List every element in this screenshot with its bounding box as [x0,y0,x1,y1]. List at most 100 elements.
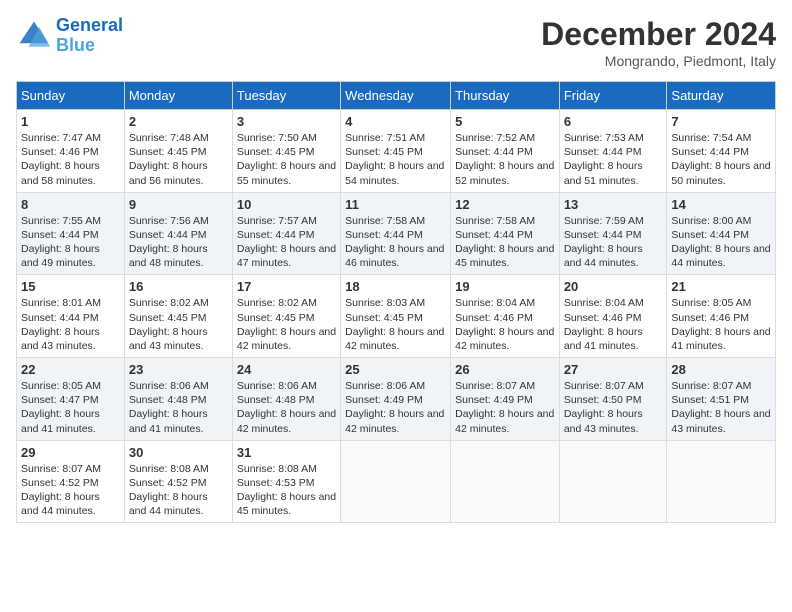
day-number: 1 [21,114,120,129]
day-info: Sunrise: 8:07 AMSunset: 4:51 PMDaylight:… [671,379,771,436]
day-cell-11: 11 Sunrise: 7:58 AMSunset: 4:44 PMDayligh… [341,192,451,275]
day-number: 4 [345,114,446,129]
day-cell-30: 30 Sunrise: 8:08 AMSunset: 4:52 PMDayligh… [124,440,232,523]
day-info: Sunrise: 8:04 AMSunset: 4:46 PMDaylight:… [455,296,555,353]
day-number: 2 [129,114,228,129]
day-number: 15 [21,279,120,294]
day-info: Sunrise: 7:59 AMSunset: 4:44 PMDaylight:… [564,214,663,271]
day-cell-6: 6 Sunrise: 7:53 AMSunset: 4:44 PMDaylight… [559,110,667,193]
day-info: Sunrise: 8:05 AMSunset: 4:47 PMDaylight:… [21,379,120,436]
day-number: 21 [671,279,771,294]
day-info: Sunrise: 7:51 AMSunset: 4:45 PMDaylight:… [345,131,446,188]
day-cell-26: 26Sunrise: 8:07 AMSunset: 4:49 PMDayligh… [451,358,560,441]
day-cell-25: 25 Sunrise: 8:06 AMSunset: 4:49 PMDayligh… [341,358,451,441]
day-info: Sunrise: 7:57 AMSunset: 4:44 PMDaylight:… [237,214,336,271]
logo: General Blue [16,16,123,56]
day-number: 5 [455,114,555,129]
location: Mongrando, Piedmont, Italy [541,53,776,69]
col-thursday: Thursday [451,82,560,110]
day-info: Sunrise: 8:00 AMSunset: 4:44 PMDaylight:… [671,214,771,271]
day-info: Sunrise: 8:07 AMSunset: 4:52 PMDaylight:… [21,462,120,519]
day-info: Sunrise: 7:54 AMSunset: 4:44 PMDaylight:… [671,131,771,188]
day-info: Sunrise: 8:06 AMSunset: 4:49 PMDaylight:… [345,379,446,436]
day-number: 23 [129,362,228,377]
day-number: 22 [21,362,120,377]
day-cell-9: 9Sunrise: 7:56 AMSunset: 4:44 PMDaylight… [124,192,232,275]
day-cell-14: 14 Sunrise: 8:00 AMSunset: 4:44 PMDayligh… [667,192,776,275]
day-number: 27 [564,362,663,377]
day-info: Sunrise: 7:55 AMSunset: 4:44 PMDaylight:… [21,214,120,271]
day-info: Sunrise: 7:47 AMSunset: 4:46 PMDaylight:… [21,131,120,188]
day-cell-2: 2Sunrise: 7:48 AMSunset: 4:45 PMDaylight… [124,110,232,193]
day-cell-20: 20Sunrise: 8:04 AMSunset: 4:46 PMDayligh… [559,275,667,358]
day-info: Sunrise: 7:52 AMSunset: 4:44 PMDaylight:… [455,131,555,188]
day-number: 12 [455,197,555,212]
calendar-table: Sunday Monday Tuesday Wednesday Thursday… [16,81,776,523]
day-number: 3 [237,114,336,129]
day-cell-8: 8 Sunrise: 7:55 AMSunset: 4:44 PMDaylight… [17,192,125,275]
day-cell-19: 19 Sunrise: 8:04 AMSunset: 4:46 PMDayligh… [451,275,560,358]
day-info: Sunrise: 8:06 AMSunset: 4:48 PMDaylight:… [237,379,336,436]
month-title: December 2024 [541,16,776,53]
empty-cell [341,440,451,523]
day-cell-15: 15 Sunrise: 8:01 AMSunset: 4:44 PMDayligh… [17,275,125,358]
day-number: 29 [21,445,120,460]
day-number: 30 [129,445,228,460]
day-info: Sunrise: 7:58 AMSunset: 4:44 PMDaylight:… [455,214,555,271]
col-monday: Monday [124,82,232,110]
calendar-week-4: 22 Sunrise: 8:05 AMSunset: 4:47 PMDayligh… [17,358,776,441]
day-cell-21: 21Sunrise: 8:05 AMSunset: 4:46 PMDayligh… [667,275,776,358]
calendar-week-2: 8 Sunrise: 7:55 AMSunset: 4:44 PMDaylight… [17,192,776,275]
empty-cell [667,440,776,523]
day-cell-16: 16 Sunrise: 8:02 AMSunset: 4:45 PMDayligh… [124,275,232,358]
day-cell-28: 28Sunrise: 8:07 AMSunset: 4:51 PMDayligh… [667,358,776,441]
day-info: Sunrise: 8:02 AMSunset: 4:45 PMDaylight:… [129,296,228,353]
day-cell-27: 27 Sunrise: 8:07 AMSunset: 4:50 PMDayligh… [559,358,667,441]
col-saturday: Saturday [667,82,776,110]
day-info: Sunrise: 8:06 AMSunset: 4:48 PMDaylight:… [129,379,228,436]
empty-cell [451,440,560,523]
day-cell-29: 29 Sunrise: 8:07 AMSunset: 4:52 PMDayligh… [17,440,125,523]
day-cell-5: 5 Sunrise: 7:52 AMSunset: 4:44 PMDaylight… [451,110,560,193]
day-cell-3: 3 Sunrise: 7:50 AMSunset: 4:45 PMDaylight… [232,110,340,193]
calendar-week-1: 1 Sunrise: 7:47 AMSunset: 4:46 PMDaylight… [17,110,776,193]
day-number: 19 [455,279,555,294]
day-number: 20 [564,279,663,294]
day-cell-22: 22 Sunrise: 8:05 AMSunset: 4:47 PMDayligh… [17,358,125,441]
day-info: Sunrise: 8:01 AMSunset: 4:44 PMDaylight:… [21,296,120,353]
day-number: 25 [345,362,446,377]
day-number: 31 [237,445,336,460]
day-cell-13: 13Sunrise: 7:59 AMSunset: 4:44 PMDayligh… [559,192,667,275]
day-number: 17 [237,279,336,294]
day-number: 7 [671,114,771,129]
day-number: 8 [21,197,120,212]
day-number: 24 [237,362,336,377]
calendar-week-3: 15 Sunrise: 8:01 AMSunset: 4:44 PMDayligh… [17,275,776,358]
day-number: 14 [671,197,771,212]
day-number: 11 [345,197,446,212]
day-cell-4: 4 Sunrise: 7:51 AMSunset: 4:45 PMDaylight… [341,110,451,193]
day-info: Sunrise: 7:58 AMSunset: 4:44 PMDaylight:… [345,214,446,271]
day-cell-17: 17 Sunrise: 8:02 AMSunset: 4:45 PMDayligh… [232,275,340,358]
day-cell-10: 10 Sunrise: 7:57 AMSunset: 4:44 PMDayligh… [232,192,340,275]
day-cell-18: 18 Sunrise: 8:03 AMSunset: 4:45 PMDayligh… [341,275,451,358]
day-number: 18 [345,279,446,294]
day-number: 6 [564,114,663,129]
day-cell-24: 24 Sunrise: 8:06 AMSunset: 4:48 PMDayligh… [232,358,340,441]
day-info: Sunrise: 8:02 AMSunset: 4:45 PMDaylight:… [237,296,336,353]
day-number: 16 [129,279,228,294]
page-header: General Blue December 2024 Mongrando, Pi… [16,16,776,69]
day-info: Sunrise: 8:08 AMSunset: 4:53 PMDaylight:… [237,462,336,519]
day-info: Sunrise: 8:08 AMSunset: 4:52 PMDaylight:… [129,462,228,519]
day-cell-12: 12 Sunrise: 7:58 AMSunset: 4:44 PMDayligh… [451,192,560,275]
day-cell-7: 7 Sunrise: 7:54 AMSunset: 4:44 PMDaylight… [667,110,776,193]
day-cell-1: 1 Sunrise: 7:47 AMSunset: 4:46 PMDaylight… [17,110,125,193]
col-sunday: Sunday [17,82,125,110]
day-info: Sunrise: 7:53 AMSunset: 4:44 PMDaylight:… [564,131,663,188]
day-info: Sunrise: 7:50 AMSunset: 4:45 PMDaylight:… [237,131,336,188]
day-number: 26 [455,362,555,377]
day-info: Sunrise: 8:03 AMSunset: 4:45 PMDaylight:… [345,296,446,353]
day-number: 10 [237,197,336,212]
day-info: Sunrise: 8:07 AMSunset: 4:50 PMDaylight:… [564,379,663,436]
logo-icon [16,18,52,54]
